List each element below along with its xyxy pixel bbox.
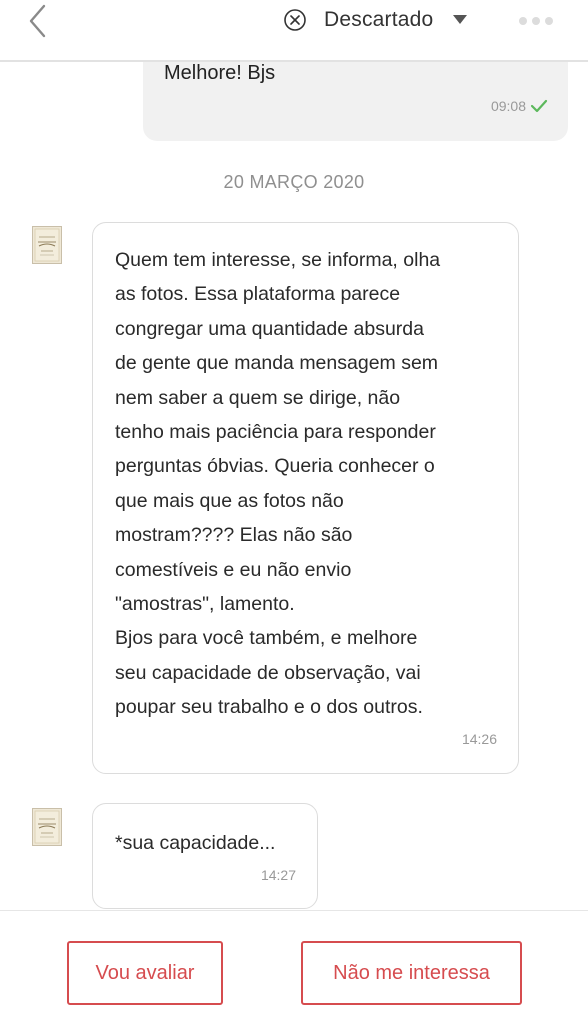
- avatar-logo-icon: [34, 810, 60, 844]
- status-label: Descartado: [324, 8, 434, 31]
- avatar[interactable]: [32, 808, 62, 846]
- incoming-message: *sua capacidade... 14:27: [92, 803, 318, 909]
- message-meta: 09:08: [491, 98, 548, 114]
- message-text: Quem tem interesse, se informa, olha as …: [115, 249, 441, 719]
- caret-down-icon: [453, 15, 468, 24]
- status-dropdown[interactable]: Descartado: [284, 5, 468, 35]
- message-time: 14:27: [260, 867, 296, 883]
- incoming-message: Quem tem interesse, se informa, olha as …: [92, 222, 519, 774]
- message-time: 14:26: [461, 731, 497, 747]
- evaluate-button[interactable]: Vou avaliar: [67, 941, 223, 1005]
- circle-x-icon: [284, 9, 306, 31]
- more-horizontal-icon: [519, 17, 553, 25]
- date-separator: 20 MARÇO 2020: [223, 172, 365, 192]
- message-list[interactable]: Melhore! Bjs 09:08 20 MARÇO 2020 Quem te…: [0, 62, 588, 910]
- chat-screen: Descartado Melhore! Bjs 09:08 20 MARÇO 2…: [0, 0, 588, 1024]
- chevron-left-icon: [29, 4, 46, 38]
- action-footer: Vou avaliar Não me interessa: [0, 910, 588, 1024]
- outgoing-message: Melhore! Bjs 09:08: [143, 62, 568, 141]
- back-button[interactable]: [20, 2, 60, 42]
- message-text: Melhore! Bjs: [164, 62, 276, 84]
- check-icon: [530, 99, 548, 113]
- message-time: 09:08: [490, 98, 526, 114]
- more-options-button[interactable]: [518, 14, 554, 26]
- chat-header: Descartado: [0, 0, 588, 62]
- avatar-logo-icon: [34, 228, 60, 262]
- avatar[interactable]: [32, 226, 62, 264]
- not-interested-button[interactable]: Não me interessa: [301, 941, 522, 1005]
- message-text: *sua capacidade...: [115, 832, 276, 854]
